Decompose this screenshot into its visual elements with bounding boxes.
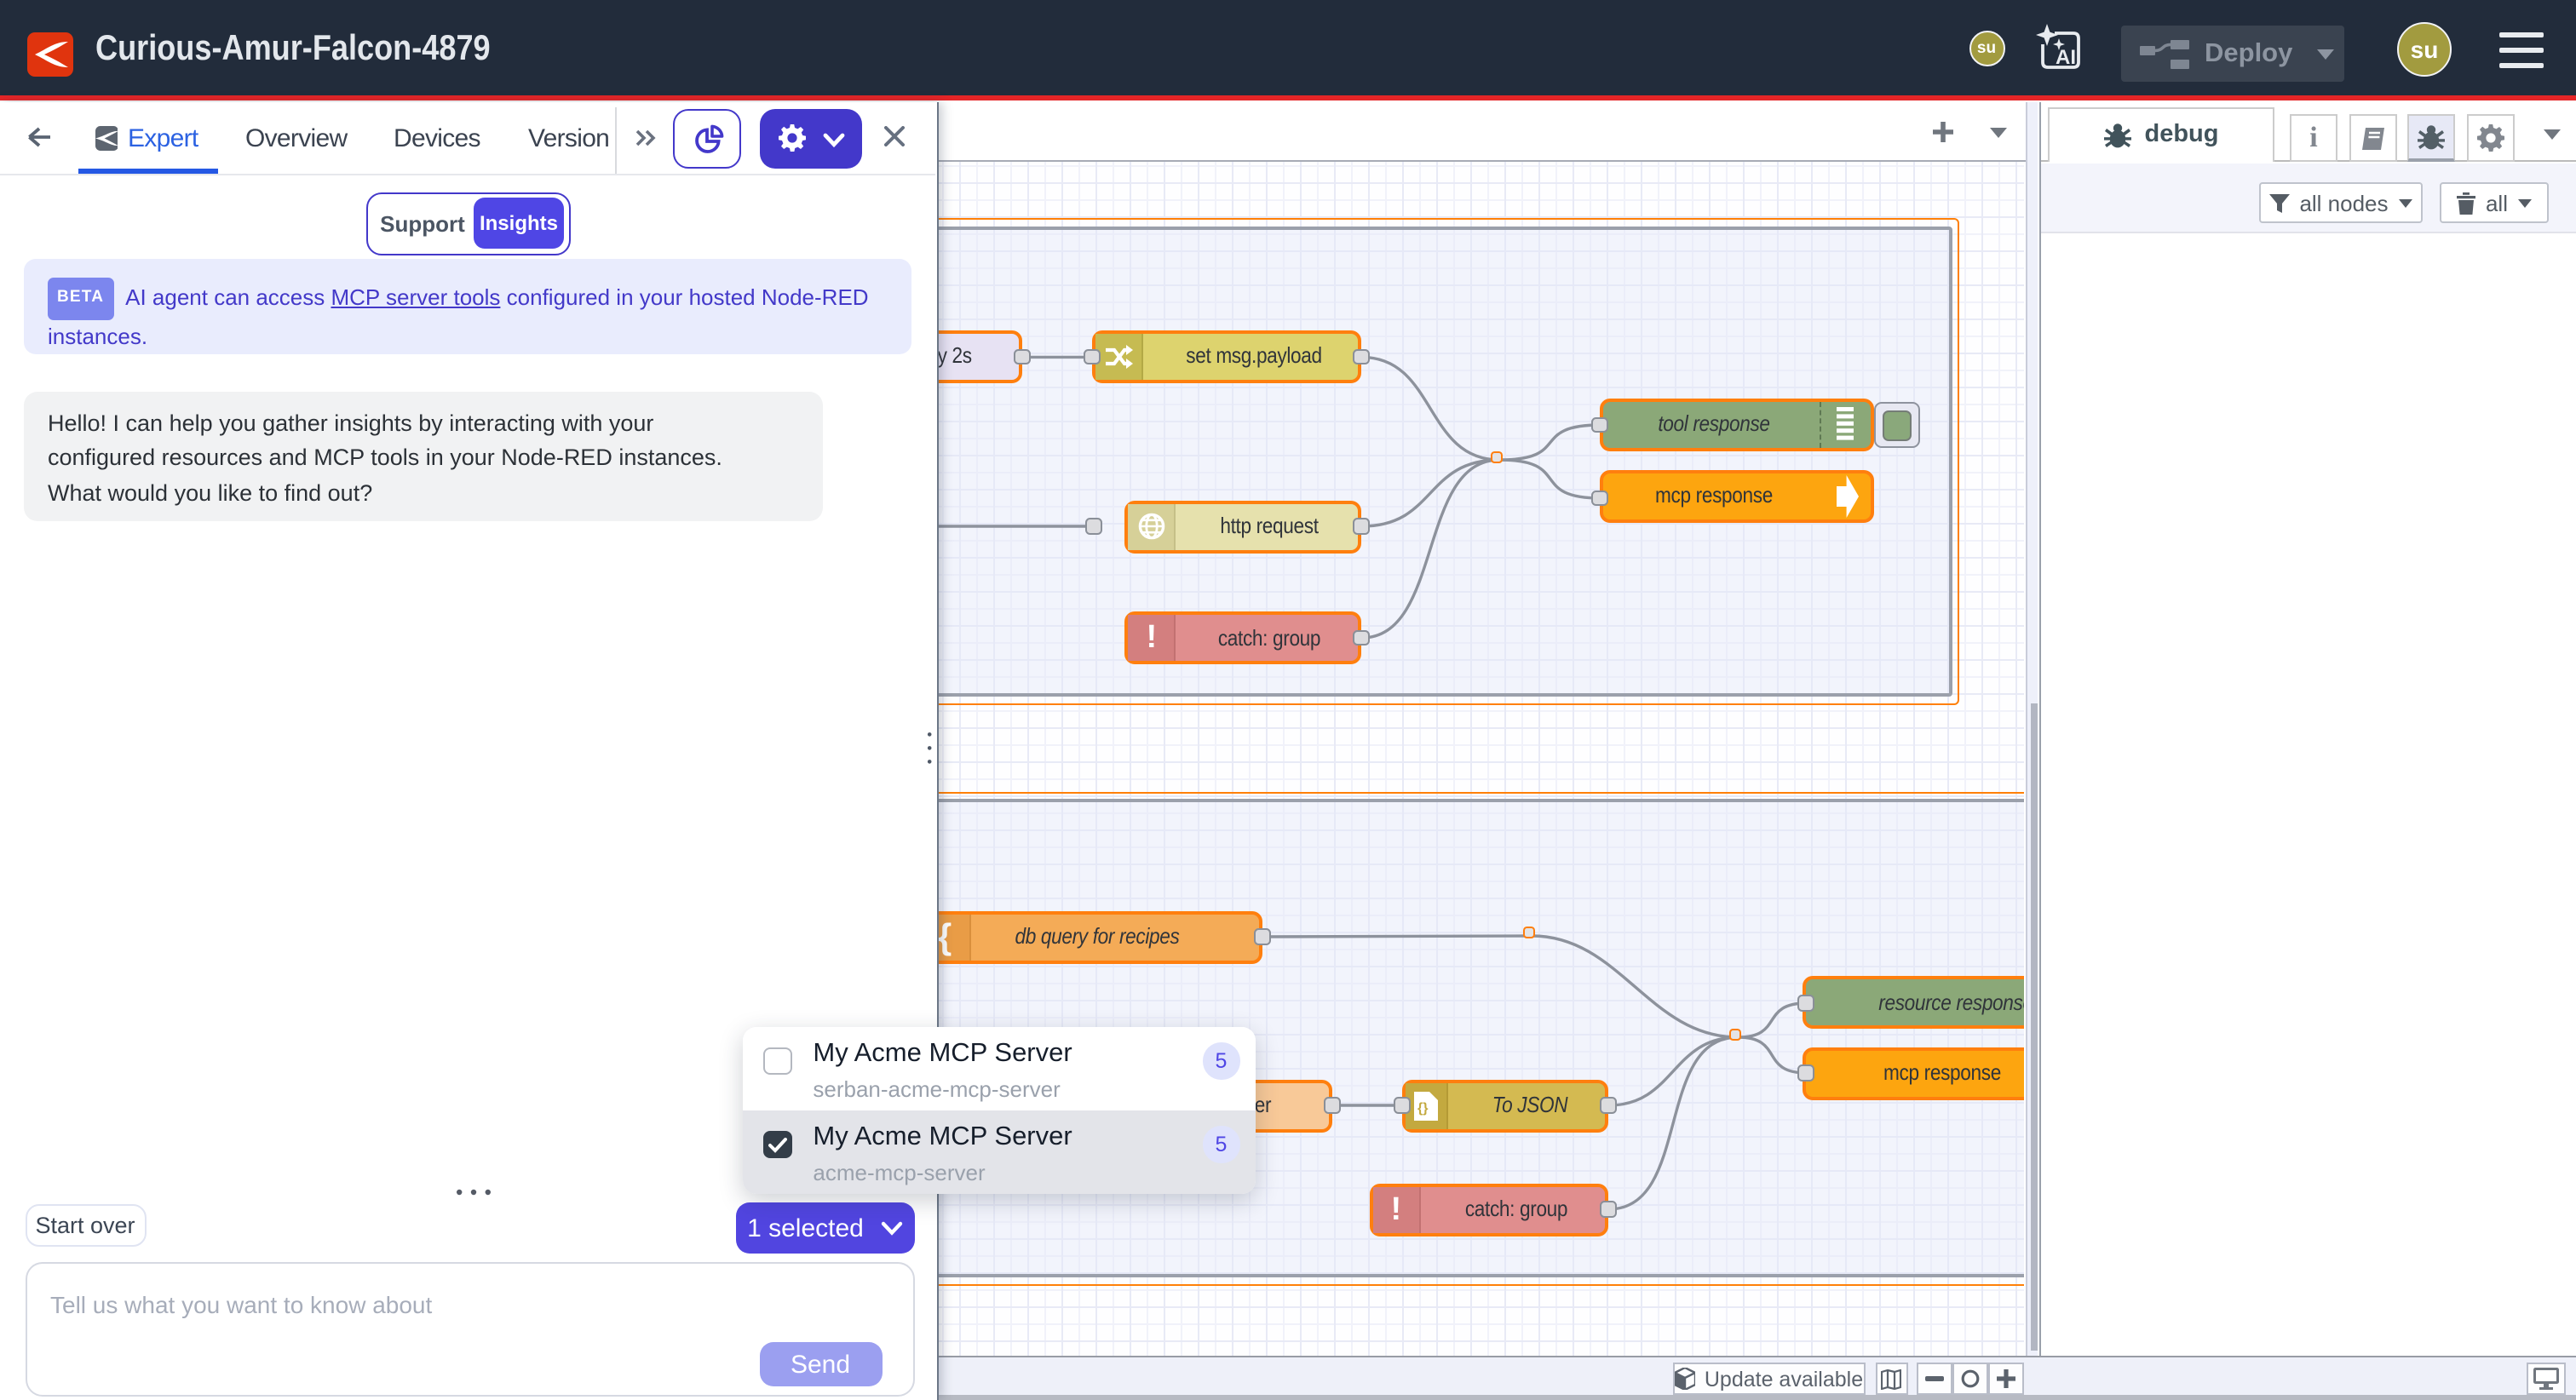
svg-text:{}: {}: [1417, 1100, 1428, 1115]
svg-text:AI: AI: [2056, 46, 2076, 69]
